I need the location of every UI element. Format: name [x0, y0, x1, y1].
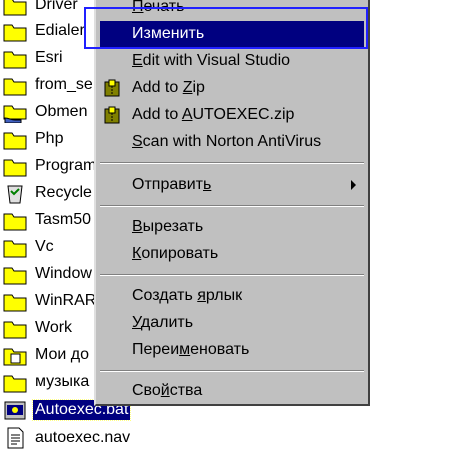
- list-item-label: Window: [35, 265, 92, 282]
- menu-label: UTOEXEC.zip: [192, 106, 295, 123]
- list-item[interactable]: autoexec.nav: [0, 425, 140, 451]
- list-item-label: from_se: [35, 76, 93, 93]
- menu-item-print[interactable]: Печать: [100, 0, 364, 20]
- menu-item-edit[interactable]: Изменить: [100, 21, 364, 47]
- folder-icon: [3, 0, 27, 16]
- menu-label: Отправит: [132, 176, 203, 193]
- menu-label: Изменить: [132, 25, 205, 42]
- menu-label: Переи: [132, 341, 180, 358]
- menu-separator: [100, 162, 364, 164]
- menu-accel: У: [132, 314, 141, 331]
- list-item-label: Obmen: [35, 103, 88, 120]
- context-menu: Печать Изменить Edit with Visual Studio …: [94, 0, 370, 406]
- menu-separator: [100, 370, 364, 372]
- menu-label: рлык: [205, 287, 243, 304]
- list-item-label: Esri: [35, 49, 63, 66]
- menu-label: ip: [192, 79, 205, 96]
- menu-item-add-to-autoexec-zip[interactable]: Add to AUTOEXEC.zip: [100, 102, 364, 128]
- menu-accel: я: [197, 287, 206, 304]
- list-item-label: Work: [35, 319, 73, 336]
- list-item-label: Edialer: [35, 22, 85, 39]
- list-item-label: Recycle: [35, 184, 92, 201]
- menu-item-add-to-zip[interactable]: Add to Zip: [100, 75, 364, 101]
- menu-label: Сво: [132, 382, 161, 399]
- menu-item-rename[interactable]: Переименовать: [100, 337, 364, 363]
- menu-label: dit with Visual Studio: [142, 52, 291, 69]
- menu-label: Add to: [132, 79, 183, 96]
- menu-accel: S: [132, 133, 143, 150]
- batch-file-icon: [3, 399, 27, 421]
- menu-accel: ь: [203, 176, 212, 193]
- folder-icon: [3, 263, 27, 285]
- menu-label: еновать: [190, 341, 250, 358]
- list-item-label: Php: [35, 130, 64, 147]
- menu-label: ечать: [143, 0, 185, 15]
- list-item-label: WinRAR: [35, 292, 97, 309]
- list-item-label: autoexec.nav: [35, 429, 131, 446]
- menu-accel: E: [132, 52, 143, 69]
- menu-label: can with Norton AntiVirus: [142, 133, 322, 150]
- menu-item-delete[interactable]: Удалить: [100, 310, 364, 336]
- menu-item-cut[interactable]: Вырезать: [100, 214, 364, 240]
- list-item-label: Vc: [35, 238, 54, 255]
- menu-item-edit-with-visual-studio[interactable]: Edit with Visual Studio: [100, 48, 364, 74]
- folder-icon: [3, 371, 27, 393]
- folder-icon: [3, 317, 27, 339]
- menu-item-create-shortcut[interactable]: Создать ярлык: [100, 283, 364, 309]
- text-file-icon: [3, 427, 27, 449]
- menu-item-properties[interactable]: Свойства: [100, 378, 364, 404]
- menu-label: далить: [140, 314, 194, 331]
- list-item-label: Program: [35, 157, 97, 174]
- my-documents-icon: [3, 344, 27, 366]
- list-item-label: Driver: [35, 0, 78, 13]
- menu-accel: м: [179, 341, 191, 358]
- folder-icon: [3, 155, 27, 177]
- menu-item-send-to[interactable]: Отправить: [100, 172, 364, 198]
- folder-icon: [3, 47, 27, 69]
- menu-accel: й: [160, 382, 170, 399]
- menu-item-copy[interactable]: Копировать: [100, 241, 364, 267]
- shared-folder-icon: [3, 101, 27, 124]
- folder-icon: [3, 209, 27, 231]
- list-item-label: Tasm50: [35, 211, 92, 228]
- menu-separator: [100, 205, 364, 207]
- submenu-arrow-icon: [351, 180, 356, 190]
- menu-accel: В: [132, 218, 143, 235]
- folder-icon: [3, 290, 27, 312]
- menu-separator: [100, 274, 364, 276]
- folder-icon: [3, 20, 27, 42]
- menu-accel: A: [181, 106, 193, 123]
- menu-label: Создать: [132, 287, 198, 304]
- menu-accel: П: [132, 0, 144, 15]
- folder-icon: [3, 236, 27, 258]
- recycle-bin-icon: [3, 182, 27, 204]
- menu-label: опировать: [141, 245, 219, 262]
- menu-label: ства: [169, 382, 203, 399]
- folder-icon: [3, 128, 27, 150]
- list-item-label: Мои до: [35, 346, 90, 363]
- winzip-icon: [102, 78, 122, 98]
- menu-item-scan-norton[interactable]: Scan with Norton AntiVirus: [100, 129, 364, 155]
- folder-icon: [3, 74, 27, 96]
- list-item-label: музыка: [35, 373, 90, 390]
- menu-accel: К: [132, 245, 142, 262]
- menu-label: Add to: [132, 106, 182, 123]
- winzip-icon: [102, 105, 122, 125]
- menu-label: ырезать: [142, 218, 204, 235]
